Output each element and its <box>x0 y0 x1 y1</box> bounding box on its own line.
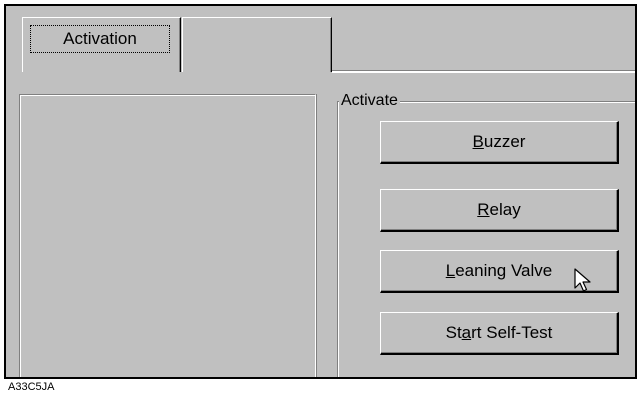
buzzer-button[interactable]: Buzzer <box>380 121 619 164</box>
left-panel <box>19 94 316 377</box>
mouse-pointer-icon <box>574 268 591 292</box>
tab-blank[interactable] <box>182 17 332 72</box>
relay-button-label: Relay <box>477 200 521 219</box>
tab-strip: Activation <box>6 6 635 73</box>
start-self-test-button[interactable]: Start Self-Test <box>380 312 619 355</box>
tab-activation[interactable]: Activation <box>22 17 181 72</box>
tab-strip-divider <box>332 70 635 73</box>
leaning-valve-button-label: Leaning Valve <box>445 261 553 280</box>
relay-button[interactable]: Relay <box>380 189 619 232</box>
figure-code: A33C5JA <box>8 381 55 393</box>
start-self-test-button-label: Start Self-Test <box>445 323 553 342</box>
window-frame: Activation Activate Buzzer Relay Leaning… <box>4 4 637 379</box>
buzzer-button-label: Buzzer <box>472 132 526 151</box>
activate-group-title: Activate <box>339 92 400 110</box>
tab-activation-label: Activation <box>30 25 170 53</box>
